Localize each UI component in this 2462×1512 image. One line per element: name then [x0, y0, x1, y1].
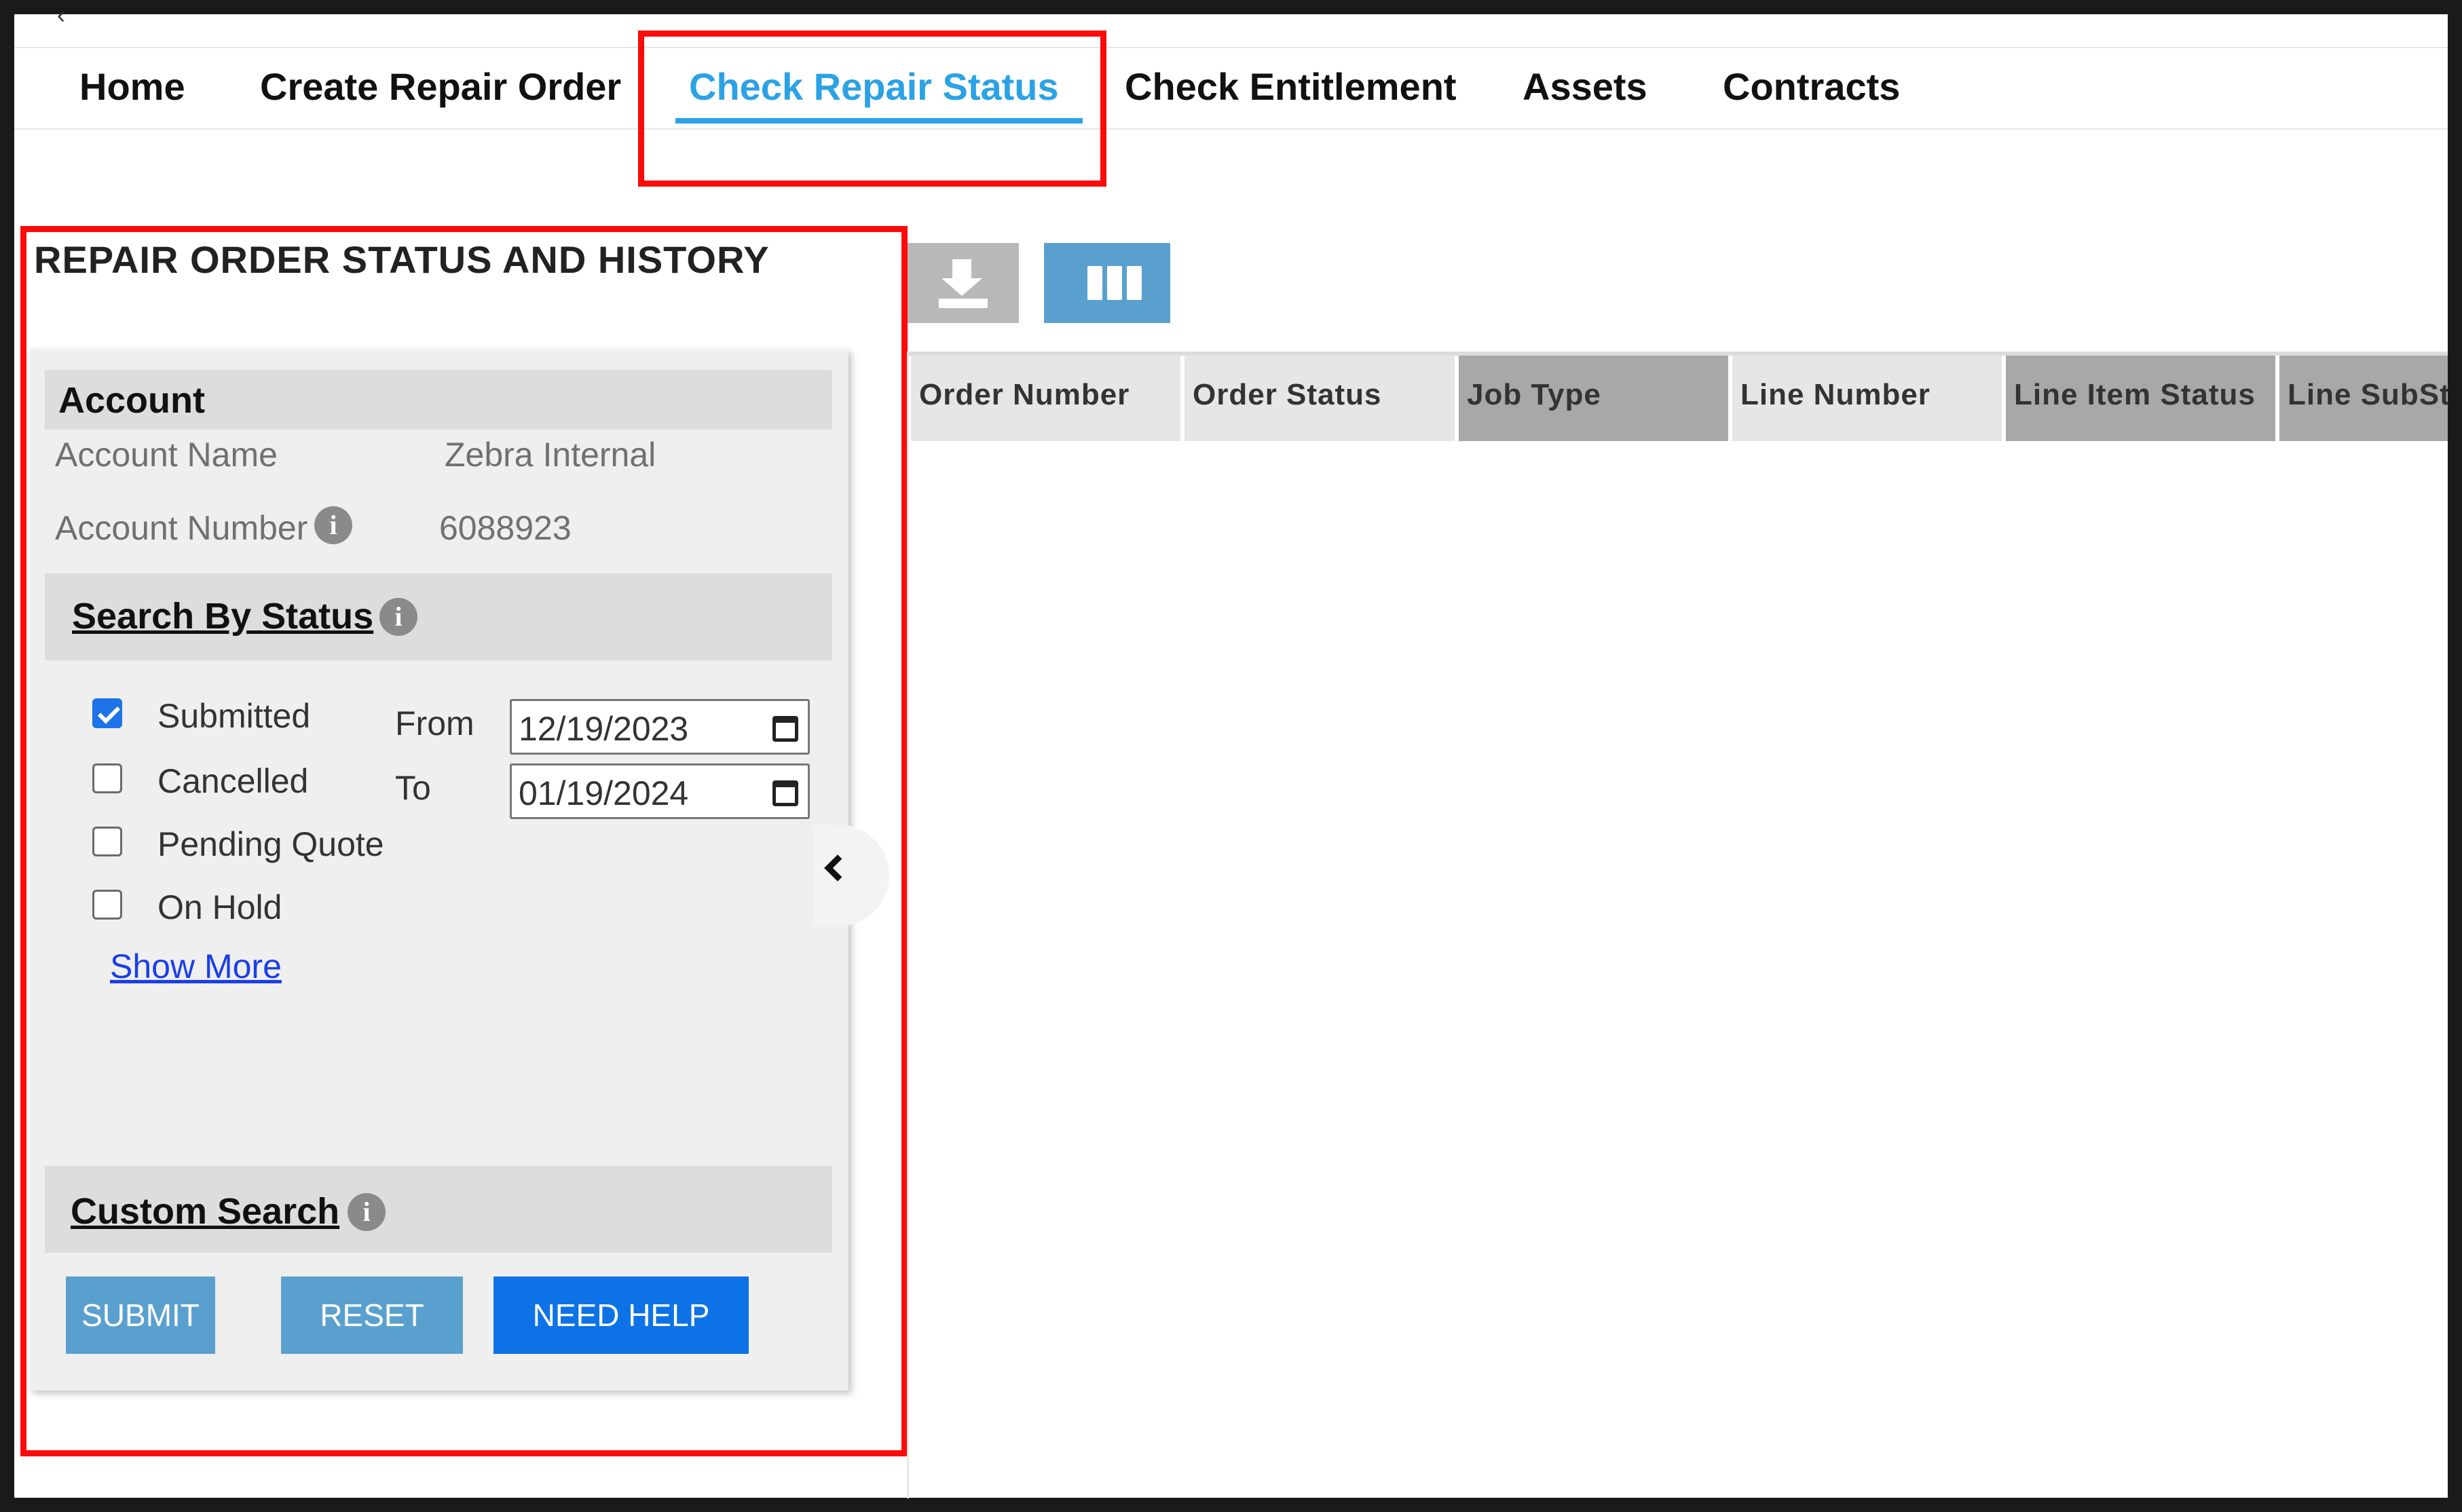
need-help-button[interactable]: NEED HELP	[493, 1277, 749, 1354]
nav-home[interactable]: Home	[79, 64, 185, 109]
submit-button[interactable]: SUBMIT	[66, 1277, 215, 1354]
to-date-label: To	[395, 769, 431, 807]
show-more-link[interactable]: Show More	[110, 947, 282, 986]
search-by-status-info-icon[interactable]: i	[379, 598, 417, 636]
nav-check-entitlement[interactable]: Check Entitlement	[1125, 64, 1457, 109]
checkbox-cancelled[interactable]	[92, 763, 122, 793]
account-name-label: Account Name	[55, 436, 278, 474]
account-number-value: 6088923	[439, 509, 572, 547]
column-header-label: Job Type	[1467, 378, 1601, 411]
reset-button[interactable]: RESET	[281, 1277, 463, 1354]
download-button[interactable]	[908, 243, 1019, 323]
checkbox-submitted-label: Submitted	[157, 697, 311, 735]
column-header-label: Order Number	[919, 378, 1130, 411]
account-number-label: Account Number	[55, 509, 308, 547]
search-by-status-header: Search By Status i	[45, 573, 832, 660]
calendar-icon[interactable]	[772, 716, 798, 742]
checkbox-on-hold[interactable]	[92, 890, 122, 920]
grid-left-border	[907, 352, 909, 1498]
frame-border-bottom	[0, 1498, 2462, 1512]
to-date-value: 01/19/2024	[519, 774, 689, 812]
from-date-label: From	[395, 704, 474, 742]
grid-header: Order Number Order Status Job Type Line …	[911, 356, 2448, 441]
custom-search-link[interactable]: Custom Search	[71, 1190, 339, 1232]
checkbox-cancelled-label: Cancelled	[157, 762, 309, 800]
column-header-label: Order Status	[1193, 378, 1382, 411]
to-date-input[interactable]: 01/19/2024	[510, 763, 810, 819]
nav-assets[interactable]: Assets	[1523, 64, 1647, 109]
account-header-label: Account	[58, 380, 205, 421]
chevron-left-icon	[824, 854, 851, 882]
page-title: REPAIR ORDER STATUS AND HISTORY	[34, 238, 770, 281]
custom-search-header: Custom Search i	[45, 1166, 832, 1253]
account-section-header: Account	[45, 370, 832, 430]
columns-button[interactable]	[1044, 243, 1170, 323]
column-header-label: Line Item Status	[2014, 378, 2256, 411]
frame-border-right	[2448, 0, 2462, 1512]
checkbox-pending-quote-label: Pending Quote	[157, 825, 384, 863]
column-header-order-number[interactable]: Order Number	[911, 356, 1185, 441]
column-header-line-substatus[interactable]: Line SubSta	[2279, 356, 2448, 441]
search-by-status-link[interactable]: Search By Status	[72, 595, 373, 637]
column-header-job-type[interactable]: Job Type	[1459, 356, 1732, 441]
search-panel: Account Account Name Zebra Internal Acco…	[30, 349, 848, 1391]
checkbox-pending-quote[interactable]	[92, 827, 122, 856]
calendar-icon[interactable]	[772, 780, 798, 806]
checkbox-submitted[interactable]	[92, 698, 122, 728]
account-number-info-icon[interactable]: i	[314, 506, 352, 544]
main-nav: Home Create Repair Order Check Repair St…	[14, 47, 2448, 130]
checkbox-on-hold-label: On Hold	[157, 888, 282, 926]
column-header-order-status[interactable]: Order Status	[1185, 356, 1459, 441]
from-date-value: 12/19/2023	[519, 710, 689, 748]
column-header-label: Line Number	[1740, 378, 1931, 411]
account-name-value: Zebra Internal	[445, 436, 656, 474]
frame-border-left	[0, 0, 14, 1512]
custom-search-info-icon[interactable]: i	[348, 1193, 386, 1231]
column-header-line-number[interactable]: Line Number	[1732, 356, 2006, 441]
nav-contracts[interactable]: Contracts	[1723, 64, 1900, 109]
nav-create-repair-order[interactable]: Create Repair Order	[260, 64, 621, 109]
from-date-input[interactable]: 12/19/2023	[510, 699, 810, 755]
back-caret-icon: ‹	[57, 1, 65, 29]
column-header-label: Line SubSta	[2288, 378, 2448, 411]
frame-border-top	[0, 0, 2462, 14]
highlight-box-nav	[638, 31, 1106, 187]
column-header-line-item-status[interactable]: Line Item Status	[2006, 356, 2279, 441]
